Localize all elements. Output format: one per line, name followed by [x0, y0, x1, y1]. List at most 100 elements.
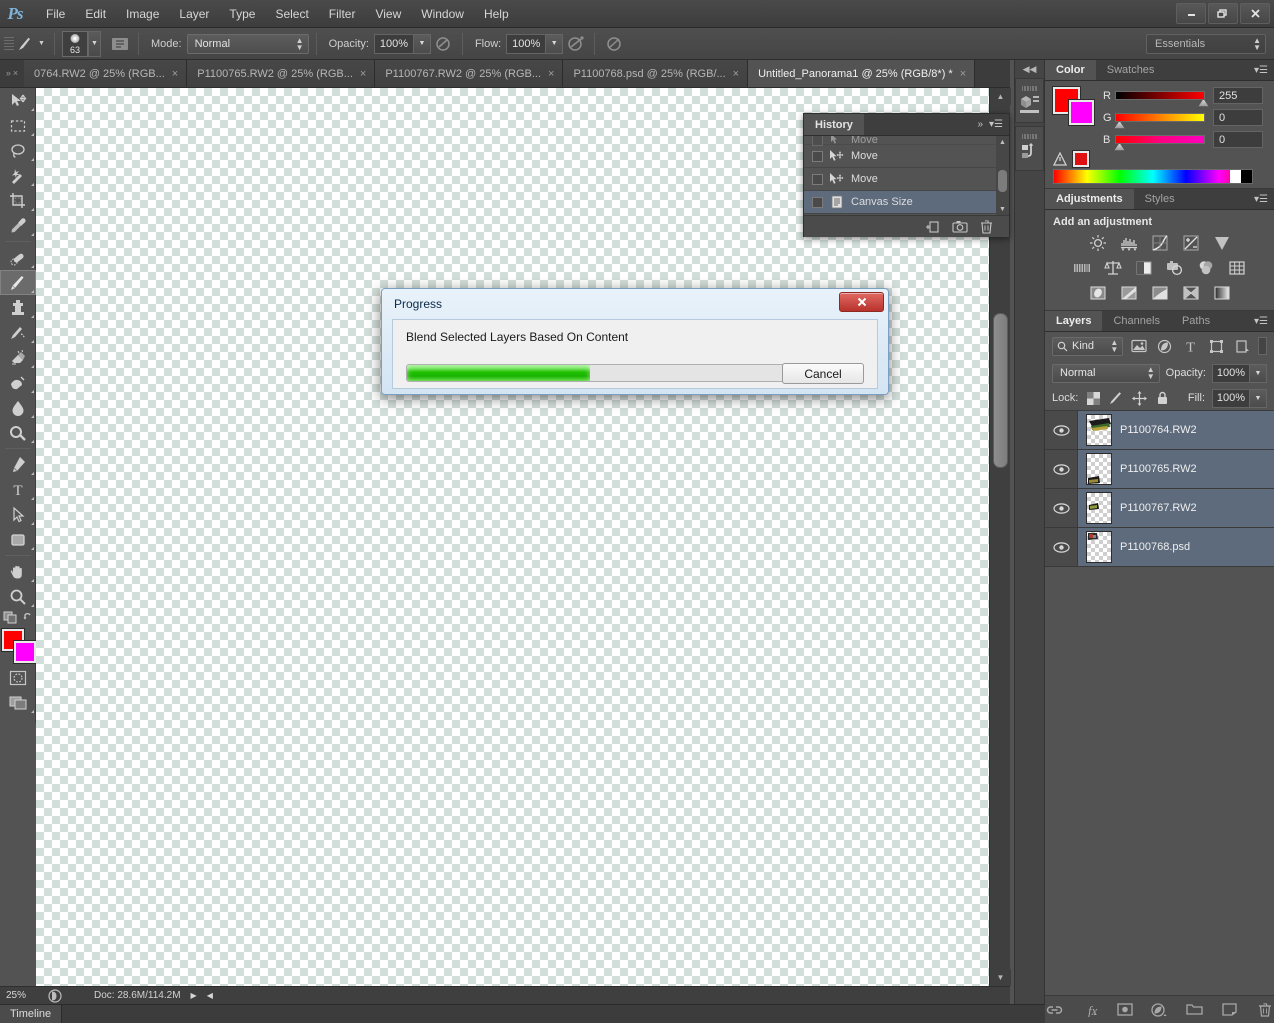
opacity-value[interactable]: 100% — [373, 33, 414, 54]
active-tool-brush-icon[interactable] — [14, 33, 36, 55]
menu-image[interactable]: Image — [116, 3, 169, 25]
filter-type-icon[interactable]: T — [1181, 336, 1201, 356]
new-document-from-state-icon[interactable] — [925, 220, 940, 234]
menu-window[interactable]: Window — [411, 3, 474, 25]
dock-collapse-icon[interactable]: ◀◀ — [1015, 60, 1044, 78]
quick-mask-mode-toggle[interactable] — [0, 665, 36, 690]
layer-visibility-toggle-3[interactable] — [1045, 489, 1078, 527]
adjustments-panel-menu-icon[interactable]: ▾☰ — [1254, 189, 1274, 209]
document-tab-2[interactable]: P1100765.RW2 @ 25% (RGB... × — [187, 60, 376, 87]
spectrum-black-swatch[interactable] — [1241, 170, 1252, 183]
tab-layers[interactable]: Layers — [1045, 311, 1103, 331]
layer-filter-toggle-switch[interactable] — [1258, 337, 1268, 355]
link-layers-icon[interactable] — [1046, 1001, 1064, 1019]
photo-filter-icon[interactable] — [1164, 259, 1186, 277]
table-row[interactable]: P1100767.RW2 — [1045, 489, 1274, 528]
magic-wand-tool[interactable] — [0, 163, 36, 188]
document-tab-2-close-icon[interactable]: × — [360, 68, 366, 79]
zoom-level-field[interactable]: 25% — [0, 988, 44, 1004]
tab-timeline[interactable]: Timeline — [0, 1004, 63, 1023]
scroll-up-arrow-icon[interactable]: ▲ — [990, 88, 1011, 105]
layer-list[interactable]: P1100764.RW2 P1100765.RW2 P1100767.RW2 P… — [1045, 410, 1274, 567]
scroll-down-arrow-icon[interactable]: ▼ — [990, 969, 1011, 986]
brush-size-picker[interactable]: 63 ▼ — [62, 30, 101, 57]
close-button[interactable] — [1240, 3, 1270, 24]
history-brush-tool[interactable] — [0, 320, 36, 345]
delete-layer-icon[interactable] — [1256, 1001, 1274, 1019]
eyedropper-tool[interactable] — [0, 213, 36, 238]
dodge-tool[interactable] — [0, 420, 36, 445]
threshold-icon[interactable] — [1149, 284, 1171, 302]
layers-panel-menu-icon[interactable]: ▾☰ — [1254, 311, 1274, 331]
type-tool[interactable]: T — [0, 477, 36, 502]
levels-icon[interactable] — [1118, 234, 1140, 252]
table-row[interactable]: P1100768.psd — [1045, 528, 1274, 567]
history-panel[interactable]: History » ▾☰ Move Move Move Canvas Size … — [803, 113, 1010, 237]
zoom-tool[interactable] — [0, 584, 36, 609]
tab-adjustments[interactable]: Adjustments — [1045, 189, 1134, 209]
history-scroll-up-icon[interactable]: ▲ — [996, 136, 1009, 148]
tab-paths[interactable]: Paths — [1171, 311, 1221, 331]
status-scroll-left-icon[interactable]: ◀ — [207, 991, 213, 1000]
flow-value[interactable]: 100% — [506, 33, 547, 54]
lasso-tool[interactable] — [0, 138, 36, 163]
screen-mode-toggle[interactable] — [0, 690, 36, 715]
layer-opacity-dropdown-icon[interactable]: ▼ — [1250, 363, 1267, 383]
tablet-pressure-size-icon[interactable] — [602, 33, 626, 55]
menu-layer[interactable]: Layer — [169, 3, 219, 25]
tab-channels[interactable]: Channels — [1102, 311, 1170, 331]
blur-tool[interactable] — [0, 395, 36, 420]
color-slider-green[interactable]: G 0 — [1103, 109, 1266, 129]
tool-preset-chevron-icon[interactable]: ▼ — [36, 40, 47, 47]
document-tab-1-close-icon[interactable]: × — [172, 68, 178, 79]
hand-tool[interactable] — [0, 559, 36, 584]
history-state-list[interactable]: Move Move Move Canvas Size ▲ ▼ — [804, 136, 1009, 215]
layer-visibility-toggle-1[interactable] — [1045, 411, 1078, 449]
document-tab-4[interactable]: P1100768.psd @ 25% (RGB/... × — [563, 60, 749, 87]
green-slider-track[interactable] — [1114, 113, 1205, 129]
menu-type[interactable]: Type — [219, 3, 265, 25]
curves-icon[interactable] — [1149, 234, 1171, 252]
layer-thumbnail-cell-3[interactable] — [1078, 492, 1120, 524]
history-row-3[interactable]: Canvas Size — [804, 191, 1009, 214]
document-tab-4-close-icon[interactable]: × — [733, 68, 739, 79]
brush-dropdown-arrow-icon[interactable]: ▼ — [88, 30, 101, 57]
document-tab-1[interactable]: 0764.RW2 @ 25% (RGB... × — [24, 60, 188, 87]
delete-icon[interactable] — [980, 219, 993, 234]
new-layer-icon[interactable] — [1221, 1001, 1239, 1019]
history-collapse-icon[interactable]: » — [977, 119, 983, 130]
table-row[interactable]: P1100764.RW2 — [1045, 411, 1274, 450]
minimize-button[interactable] — [1176, 3, 1206, 24]
color-spectrum-ramp[interactable] — [1053, 169, 1253, 184]
color-panel-menu-icon[interactable]: ▾☰ — [1254, 60, 1274, 80]
clone-stamp-tool[interactable] — [0, 295, 36, 320]
table-row[interactable]: P1100765.RW2 — [1045, 450, 1274, 489]
menu-filter[interactable]: Filter — [319, 3, 366, 25]
lock-all-icon[interactable] — [1154, 390, 1170, 406]
document-tab-5[interactable]: Untitled_Panorama1 @ 25% (RGB/8*) * × — [748, 60, 976, 87]
crop-tool[interactable] — [0, 188, 36, 213]
menu-file[interactable]: File — [36, 3, 75, 25]
document-tab-3-close-icon[interactable]: × — [548, 68, 554, 79]
layer-fill-control[interactable]: 100% ▼ — [1212, 388, 1267, 408]
opacity-control[interactable]: 100% ▼ — [373, 33, 431, 54]
workspace-switcher[interactable]: Essentials ▲ ▼ — [1146, 34, 1266, 54]
history-snapshot-checkbox-3[interactable] — [812, 196, 823, 208]
history-snapshot-checkbox-1[interactable] — [812, 150, 823, 162]
color-swatches-tool[interactable] — [1, 629, 36, 663]
blue-slider-track[interactable] — [1114, 135, 1205, 151]
history-snapshot-checkbox-2[interactable] — [812, 173, 823, 185]
blue-slider-knob[interactable] — [1114, 143, 1125, 151]
tab-swatches[interactable]: Swatches — [1096, 60, 1166, 80]
layer-filter-kind-select[interactable]: Kind ▲ ▼ — [1052, 336, 1124, 356]
eraser-tool[interactable] — [0, 345, 36, 370]
background-color-swatch[interactable] — [13, 641, 36, 663]
history-snapshot-checkbox[interactable] — [812, 136, 823, 146]
history-scroll-down-icon[interactable]: ▼ — [996, 203, 1009, 215]
tab-strip-grip[interactable]: » × — [0, 59, 24, 87]
layer-fill-value[interactable]: 100% — [1212, 388, 1250, 408]
layer-name-3[interactable]: P1100767.RW2 — [1120, 502, 1197, 514]
path-selection-tool[interactable] — [0, 502, 36, 527]
color-lookup-icon[interactable] — [1226, 259, 1248, 277]
channel-mixer-icon[interactable] — [1195, 259, 1217, 277]
